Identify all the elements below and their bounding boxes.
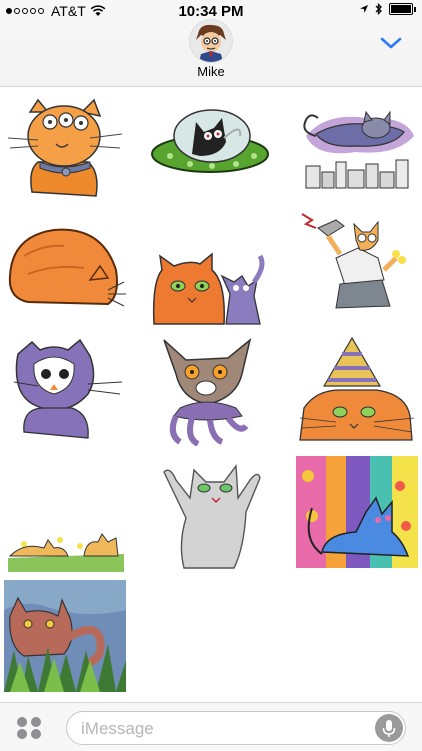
sticker-cat-ufo[interactable] xyxy=(150,92,272,204)
conversation-header: AT&T 10:34 PM Mike xyxy=(0,0,422,87)
sticker-cats-in-grass[interactable] xyxy=(4,460,126,572)
sticker-cat-and-robot[interactable] xyxy=(150,216,272,328)
app-drawer-icon[interactable] xyxy=(16,716,42,740)
microphone-button[interactable] xyxy=(375,714,403,742)
sticker-octopus-cat[interactable] xyxy=(150,334,272,446)
chevron-down-icon[interactable] xyxy=(380,36,402,50)
sticker-blue-cat-patterned[interactable] xyxy=(296,456,418,568)
bluetooth-icon xyxy=(375,3,382,15)
message-field[interactable]: iMessage xyxy=(66,711,406,745)
sticker-gray-cat-jumping[interactable] xyxy=(150,458,272,570)
message-placeholder: iMessage xyxy=(81,719,154,738)
battery-icon xyxy=(389,3,413,15)
sticker-three-eyed-cat[interactable] xyxy=(4,92,126,204)
battery-tip xyxy=(414,6,416,12)
status-right xyxy=(359,3,416,15)
sticker-flying-cat-city[interactable] xyxy=(296,92,418,204)
sticker-cat-with-raygun[interactable] xyxy=(296,210,418,322)
location-icon xyxy=(360,5,368,13)
sticker-party-hat-cat[interactable] xyxy=(296,334,418,446)
sticker-purple-owl-cat[interactable] xyxy=(4,334,126,446)
contact-avatar[interactable] xyxy=(189,19,233,63)
sticker-sleeping-cat[interactable] xyxy=(4,216,126,328)
microphone-icon xyxy=(382,720,396,737)
sticker-cat-in-tall-grass[interactable] xyxy=(4,580,126,692)
contact-name[interactable]: Mike xyxy=(0,64,422,79)
message-input-bar: iMessage xyxy=(0,702,422,751)
